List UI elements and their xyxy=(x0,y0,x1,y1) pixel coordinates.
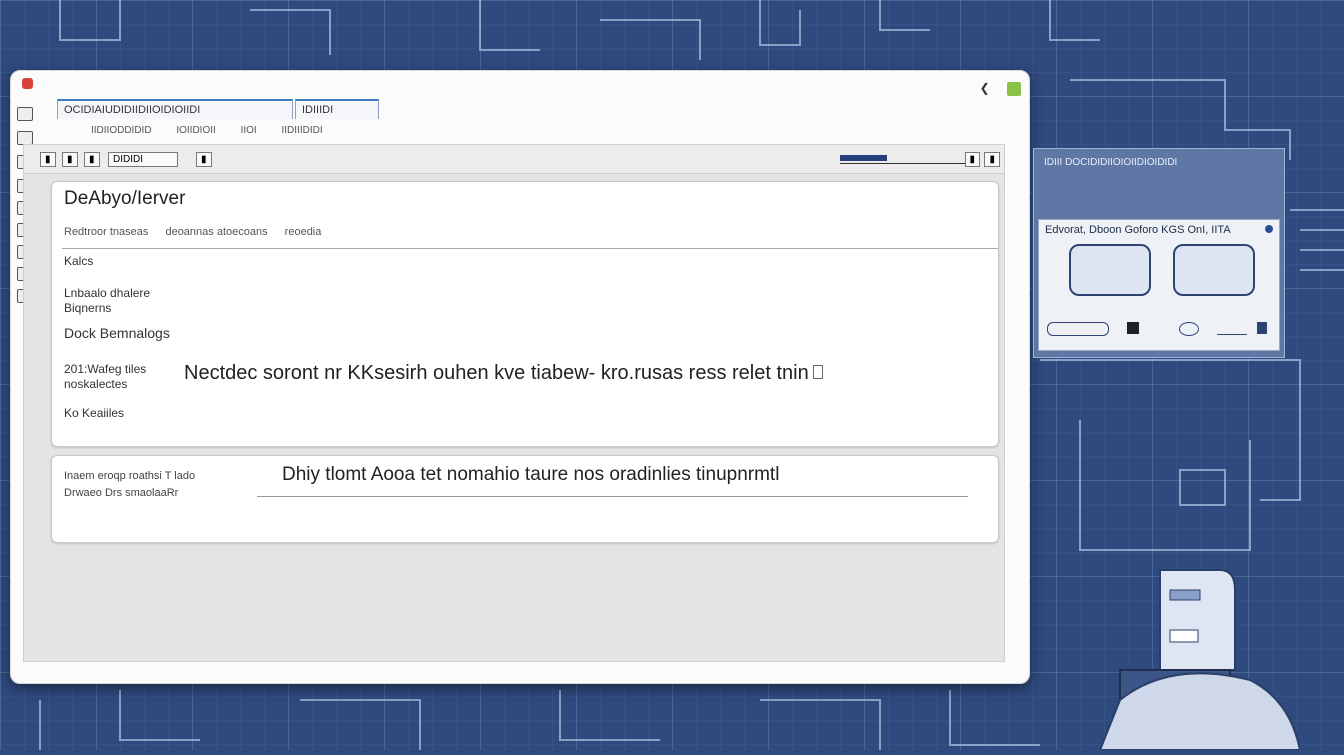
progress-fill xyxy=(840,155,887,161)
note-underline xyxy=(257,496,968,497)
pin-icon[interactable] xyxy=(17,107,33,121)
server-subheader: Redtroor tnaseas deoannas atoecoans reoe… xyxy=(64,226,335,238)
note-label-a: Inaem eroqp roathsi T lado xyxy=(64,470,196,482)
dropdown-select[interactable]: DIDIDI xyxy=(108,152,178,167)
sub-tab-bar: IIDIIODDIDID IOIIDIOII IIOI IIDIIIDIDI xyxy=(91,125,345,136)
main-window: OCIDIAIUDIDIIDIIOIDIOIIDI IDIIIDI IIDIIO… xyxy=(10,70,1030,684)
server-card: DeAbyo/Ierver Redtroor tnaseas deoannas … xyxy=(51,181,999,447)
content-pane: ▮ ▮ ▮ DIDIDI ▮ ▮ ▮ DeAbyo/Ierver Redtroo… xyxy=(23,144,1005,662)
server-title: DeAbyo/Ierver xyxy=(64,188,186,209)
label-line2b: Biqnerns xyxy=(64,301,112,315)
label-line4b: noskalectes xyxy=(64,377,128,391)
note-input[interactable]: Dhiy tlomt Aooa tet nomahio taure nos or… xyxy=(282,464,779,486)
info-icon[interactable] xyxy=(1265,225,1273,233)
statement-value: Nectdec soront nr KKsesirh ouhen kve tia… xyxy=(184,362,809,384)
subtab-4[interactable]: IIDIIIDIDI xyxy=(281,125,322,136)
label-line2a: Lnbaalo dhalere xyxy=(64,286,151,300)
stop-icon[interactable] xyxy=(1127,322,1139,334)
divider xyxy=(62,248,998,249)
subheader-item-3: reoedia xyxy=(284,226,322,238)
subtab-3[interactable]: IIOI xyxy=(241,125,257,136)
toolbar-right: ▮ ▮ xyxy=(964,149,1000,167)
side-panel: IDIII DOCIDIDIIOIOIIDIOIDIDI Edvorat, Db… xyxy=(1033,148,1285,358)
side-card-title: Edvorat, Dboon Goforo KGS OnI, IITA xyxy=(1045,224,1231,236)
arrow-icon[interactable] xyxy=(1217,322,1247,335)
progress-bar xyxy=(840,155,970,164)
cursor-icon xyxy=(812,365,823,379)
side-card: Edvorat, Dboon Goforo KGS OnI, IITA xyxy=(1038,219,1280,351)
label-ko: Ko Keaiiles xyxy=(64,406,125,420)
note-label-b: Drwaeo Drs smaolaaRr xyxy=(64,487,179,499)
toggle-button[interactable]: ▮ xyxy=(40,152,56,167)
maximize-button[interactable]: ▮ xyxy=(984,152,1000,167)
tab-secondary[interactable]: IDIIIDI xyxy=(295,99,379,119)
lock-icon[interactable] xyxy=(17,131,33,145)
extension-icon[interactable] xyxy=(1007,81,1021,96)
label-kalcs: Kalcs xyxy=(64,254,94,268)
cloud-icon[interactable] xyxy=(1047,322,1109,336)
view-button[interactable]: ▮ xyxy=(196,152,212,167)
side-card-actions xyxy=(1047,322,1273,338)
window-controls: ❮ xyxy=(980,81,1021,96)
pane-toolbar: ▮ ▮ ▮ DIDIDI ▮ ▮ ▮ xyxy=(24,145,1004,174)
note-labels: Inaem eroqp roathsi T lado Drwaeo Drs sm… xyxy=(64,468,195,502)
note-card: Inaem eroqp roathsi T lado Drwaeo Drs sm… xyxy=(51,455,999,543)
side-panel-header: IDIII DOCIDIDIIOIOIIDIOIDIDI xyxy=(1044,157,1178,168)
split-button[interactable]: ▮ xyxy=(84,152,100,167)
device-icon[interactable] xyxy=(1069,244,1151,296)
warning-icon[interactable] xyxy=(1257,322,1267,334)
subheader-item-2: deoannas atoecoans xyxy=(165,226,268,238)
illustrated-figure xyxy=(1098,560,1302,751)
label-dock: Dock Bemnalogs xyxy=(64,325,170,341)
subheader-item-1: Redtroor tnaseas xyxy=(64,226,149,238)
label-line4a: 201:Wafeg tiles xyxy=(64,362,147,376)
globe-icon[interactable] xyxy=(1179,322,1199,336)
tab-primary[interactable]: OCIDIAIUDIDIIDIIOIDIOIIDI xyxy=(57,99,293,119)
subtab-1[interactable]: IIDIIODDIDID xyxy=(91,125,152,136)
camera-icon[interactable] xyxy=(1173,244,1255,296)
stop-button[interactable]: ▮ xyxy=(62,152,78,167)
close-button[interactable] xyxy=(22,78,33,89)
minimize-button[interactable]: ▮ xyxy=(964,152,981,167)
back-icon[interactable]: ❮ xyxy=(980,81,990,95)
subtab-2[interactable]: IOIIDIOII xyxy=(176,125,215,136)
statement-text: Nectdec soront nr KKsesirh ouhen kve tia… xyxy=(184,362,823,385)
